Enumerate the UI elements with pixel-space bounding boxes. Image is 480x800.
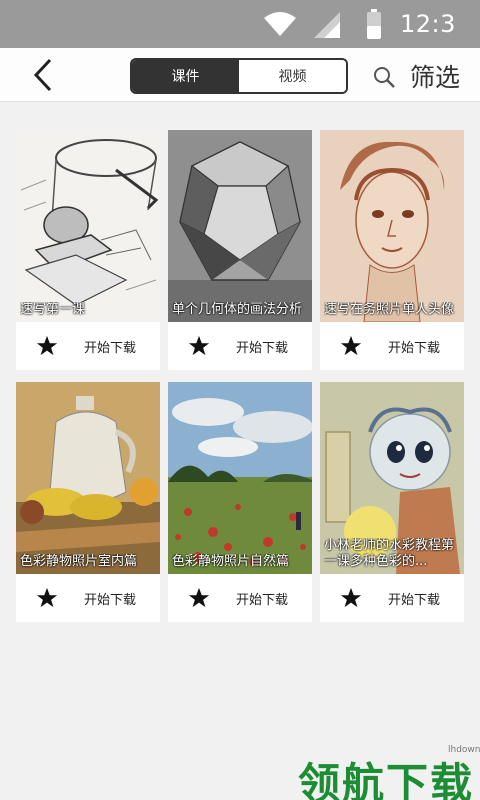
start-download-button[interactable]: 开始下载 [236,589,288,608]
course-thumbnail[interactable]: 单个几何体的画法分析 [168,130,312,322]
course-thumbnail[interactable]: 速写第一课 [16,130,160,322]
status-bar: 12:3 [0,0,480,48]
course-title: 小林老师的水彩教程第一课多种色彩的... [324,538,455,569]
card-actions: 开始下载 [320,574,464,622]
card-actions: 开始下载 [320,322,464,370]
filter-button[interactable]: 筛选 [410,58,460,94]
course-thumbnail[interactable]: 小林老师的水彩教程第一课多种色彩的... [320,382,464,574]
start-download-button[interactable]: 开始下载 [84,589,136,608]
search-icon[interactable] [372,65,396,93]
course-card[interactable]: 单个几何体的画法分析 开始下载 [168,130,312,370]
course-title: 速写在务照片单人头像 [324,302,455,317]
course-title: 单个几何体的画法分析 [172,302,303,317]
star-icon[interactable] [188,335,210,357]
course-title: 色彩静物照片室内篇 [20,554,138,569]
back-arrow-icon[interactable] [30,58,60,92]
tab-video[interactable]: 视频 [239,60,346,92]
course-title: 速写第一课 [20,302,86,317]
clock: 12:3 [400,10,456,38]
card-actions: 开始下载 [168,574,312,622]
course-card[interactable]: 速写在务照片单人头像 开始下载 [320,130,464,370]
star-icon[interactable] [36,587,58,609]
toolbar: 课件 视频 筛选 [0,48,480,102]
course-card[interactable]: 色彩静物照片自然篇 开始下载 [168,382,312,622]
star-icon[interactable] [36,335,58,357]
signal-icon [314,12,340,42]
tab-courseware[interactable]: 课件 [132,60,239,92]
card-actions: 开始下载 [16,322,160,370]
card-actions: 开始下载 [16,574,160,622]
course-card[interactable]: 小林老师的水彩教程第一课多种色彩的... 开始下载 [320,382,464,622]
start-download-button[interactable]: 开始下载 [236,337,288,356]
star-icon[interactable] [188,587,210,609]
course-thumbnail[interactable]: 速写在务照片单人头像 [320,130,464,322]
watermark-logo: 领航下载 [298,759,475,800]
card-actions: 开始下载 [168,322,312,370]
start-download-button[interactable]: 开始下载 [84,337,136,356]
star-icon[interactable] [340,335,362,357]
content-type-switch: 课件 视频 [130,58,348,94]
course-thumbnail[interactable]: 色彩静物照片自然篇 [168,382,312,574]
course-card[interactable]: 色彩静物照片室内篇 开始下载 [16,382,160,622]
start-download-button[interactable]: 开始下载 [388,589,440,608]
course-title: 色彩静物照片自然篇 [172,554,290,569]
star-icon[interactable] [340,587,362,609]
wifi-icon [264,12,296,40]
course-card[interactable]: 速写第一课 开始下载 [16,130,160,370]
start-download-button[interactable]: 开始下载 [388,337,440,356]
course-thumbnail[interactable]: 色彩静物照片室内篇 [16,382,160,574]
battery-icon [366,9,382,43]
